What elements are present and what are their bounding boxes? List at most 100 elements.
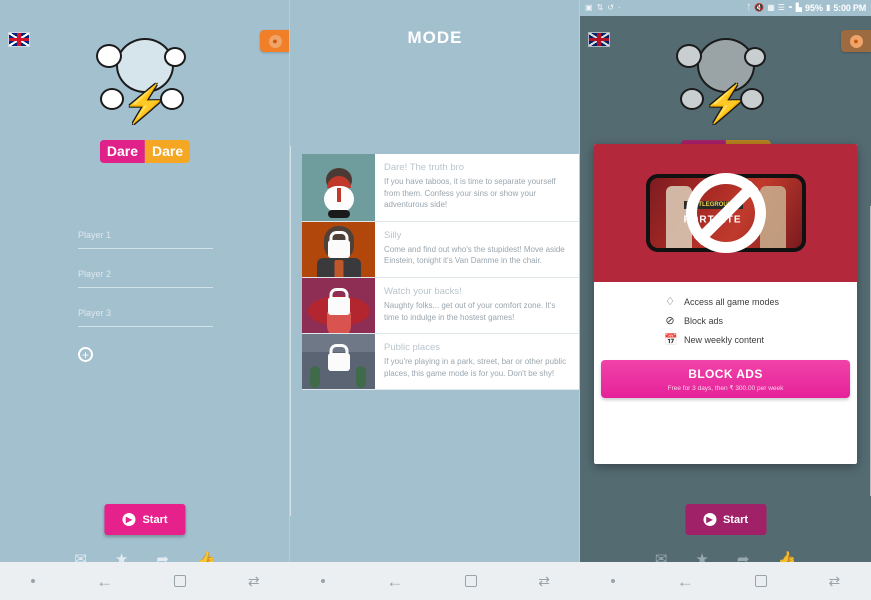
lock-icon bbox=[327, 352, 350, 371]
mode-card[interactable]: Public places If you're playing in a par… bbox=[302, 334, 580, 391]
mode-thumbnail bbox=[302, 221, 375, 277]
logo-puff bbox=[100, 88, 124, 110]
screen-mode-select: MODE Dare! The truth bro If you have tab… bbox=[290, 0, 580, 600]
nav-segment: ← ⇄ bbox=[0, 562, 290, 600]
feature-row: ♢ Access all game modes bbox=[594, 292, 857, 311]
logo-puff bbox=[680, 88, 704, 110]
block-ads-label: BLOCK ADS bbox=[688, 367, 763, 381]
nav-segment: ← ⇄ bbox=[581, 562, 871, 600]
mode-card-body: Public places If you're playing in a par… bbox=[375, 334, 580, 389]
mute-icon: 🔇 bbox=[754, 3, 765, 12]
mode-card-description: If you have taboos, it is time to separa… bbox=[384, 177, 556, 210]
mode-card-description: If you're playing in a park, street, bar… bbox=[384, 357, 567, 378]
rotate-icon: ↺ bbox=[607, 3, 614, 12]
block-ads-button[interactable]: BLOCK ADS Free for 3 days, then ₹ 300.00… bbox=[601, 360, 850, 398]
promo-banner: BATTLEGROUNDS FORTNITE bbox=[594, 144, 857, 282]
mode-card[interactable]: Dare! The truth bro If you have taboos, … bbox=[302, 154, 580, 222]
mode-card[interactable]: Silly Come and find out who's the stupid… bbox=[302, 221, 580, 278]
play-icon: ▶ bbox=[122, 513, 136, 526]
scroll-indicator[interactable] bbox=[290, 146, 291, 516]
recents-icon[interactable]: ⇄ bbox=[829, 574, 841, 588]
panel-divider bbox=[579, 0, 580, 562]
status-left-icons: ▣ ⇅ ↺ · bbox=[585, 4, 621, 12]
diamond-icon: ♢ bbox=[665, 296, 675, 308]
screen-paywall: ▣ ⇅ ↺ · ᛏ 🔇 ▦ ☰ ◓ ▙ 95% ▮ 5:00 PM ● ⚡ BA… bbox=[580, 0, 871, 600]
feature-list: ♢ Access all game modes ⊘ Block ads 📅 Ne… bbox=[594, 282, 857, 355]
signal-icon: ▙ bbox=[795, 3, 802, 12]
battery-percent: 95% bbox=[804, 3, 823, 13]
back-icon[interactable]: ← bbox=[96, 573, 113, 590]
paywall-content: ● ⚡ Dare Dare BATTLEG bbox=[580, 16, 871, 600]
lightning-bolt-icon: ⚡ bbox=[703, 83, 748, 124]
sync-icon: ⇅ bbox=[596, 3, 604, 12]
app-logo: ⚡ Dare Dare bbox=[580, 30, 871, 163]
bluetooth-icon: ᛏ bbox=[746, 3, 752, 12]
logo-wordmark: Dare Dare bbox=[99, 140, 191, 163]
home-square-icon[interactable] bbox=[174, 575, 187, 587]
mode-card-title: Public places bbox=[384, 342, 440, 354]
page-title: MODE bbox=[407, 28, 463, 47]
home-square-icon[interactable] bbox=[755, 575, 768, 587]
add-player-button[interactable]: + bbox=[78, 347, 93, 362]
screenshot-root: ● ⚡ Dare Dare Player 1 Player 2 Player 3… bbox=[0, 0, 871, 600]
start-button[interactable]: ▶ Start bbox=[684, 504, 767, 535]
mode-card-title: Silly bbox=[384, 229, 402, 241]
block-ads-sublabel: Free for 3 days, then ₹ 300.00 per week bbox=[667, 385, 784, 392]
mode-card-description: Naughty folks... get out of your comfort… bbox=[384, 300, 556, 322]
menu-dot-icon[interactable] bbox=[321, 579, 326, 583]
lock-icon bbox=[327, 240, 350, 259]
field-underline bbox=[78, 326, 213, 327]
home-square-icon[interactable] bbox=[464, 575, 477, 587]
mode-card-list: Dare! The truth bro If you have taboos, … bbox=[302, 154, 580, 391]
lock-icon bbox=[327, 296, 350, 315]
field-underline bbox=[78, 287, 213, 288]
start-button-label: Start bbox=[722, 513, 749, 526]
mode-thumbnail bbox=[302, 154, 375, 221]
recents-icon[interactable]: ⇄ bbox=[538, 574, 550, 588]
setup-content: ● ⚡ Dare Dare Player 1 Player 2 Player 3… bbox=[0, 16, 290, 600]
mode-thumbnail bbox=[302, 334, 375, 390]
mode-card-description: Come and find out who's the stupidest! M… bbox=[384, 244, 565, 266]
mascot-illustration bbox=[302, 154, 375, 221]
field-underline bbox=[78, 248, 213, 249]
player-field-3[interactable]: Player 3 bbox=[78, 308, 213, 327]
mode-card-body: Watch your backs! Naughty folks... get o… bbox=[375, 278, 580, 333]
wifi-icon: ◓ bbox=[787, 3, 793, 12]
mode-card-body: Dare! The truth bro If you have taboos, … bbox=[375, 154, 580, 221]
vibrate-icon: ☰ bbox=[777, 3, 785, 12]
android-navigation-bar: ← ⇄ ← ⇄ ← ⇄ bbox=[0, 562, 871, 600]
paywall-dialog: BATTLEGROUNDS FORTNITE ♢ Access all game… bbox=[594, 144, 857, 464]
calendar-icon: 📅 bbox=[664, 334, 678, 346]
player-field-1[interactable]: Player 1 bbox=[78, 230, 213, 249]
wordmark-part2: Dare bbox=[145, 140, 191, 163]
player-3-placeholder: Player 3 bbox=[78, 308, 112, 318]
mode-card[interactable]: Watch your backs! Naughty folks... get o… bbox=[302, 277, 580, 335]
no-ads-icon bbox=[685, 173, 766, 253]
recents-icon[interactable]: ⇄ bbox=[248, 574, 260, 588]
player-2-placeholder: Player 2 bbox=[78, 269, 112, 279]
block-icon: ⊘ bbox=[665, 315, 675, 327]
wordmark-part1: Dare bbox=[99, 140, 145, 163]
logo-puff bbox=[164, 47, 186, 67]
lightning-bolt-icon: ⚡ bbox=[122, 83, 168, 124]
start-button[interactable]: ▶ Start bbox=[104, 504, 186, 535]
back-icon[interactable]: ← bbox=[386, 573, 403, 590]
status-bar bbox=[290, 0, 580, 16]
clock: 5:00 PM bbox=[833, 3, 866, 13]
mode-content: MODE Dare! The truth bro If you have tab… bbox=[290, 16, 580, 600]
logo-puff bbox=[676, 44, 702, 68]
mode-card-body: Silly Come and find out who's the stupid… bbox=[375, 222, 580, 277]
screenshot-icon: ▣ bbox=[585, 3, 593, 12]
mode-card-title: Watch your backs! bbox=[384, 285, 462, 297]
back-icon[interactable]: ← bbox=[677, 573, 694, 590]
nav-segment: ← ⇄ bbox=[290, 562, 580, 600]
feature-label: New weekly content bbox=[684, 334, 765, 345]
menu-dot-icon[interactable] bbox=[30, 579, 35, 583]
player-field-2[interactable]: Player 2 bbox=[78, 269, 213, 288]
menu-dot-icon[interactable] bbox=[611, 579, 616, 583]
battery-icon: ▮ bbox=[825, 3, 831, 12]
screen-player-setup: ● ⚡ Dare Dare Player 1 Player 2 Player 3… bbox=[0, 0, 290, 600]
feature-label: Block ads bbox=[684, 315, 724, 326]
sd-card-icon: ▦ bbox=[767, 3, 775, 12]
feature-row: ⊘ Block ads bbox=[594, 311, 857, 330]
